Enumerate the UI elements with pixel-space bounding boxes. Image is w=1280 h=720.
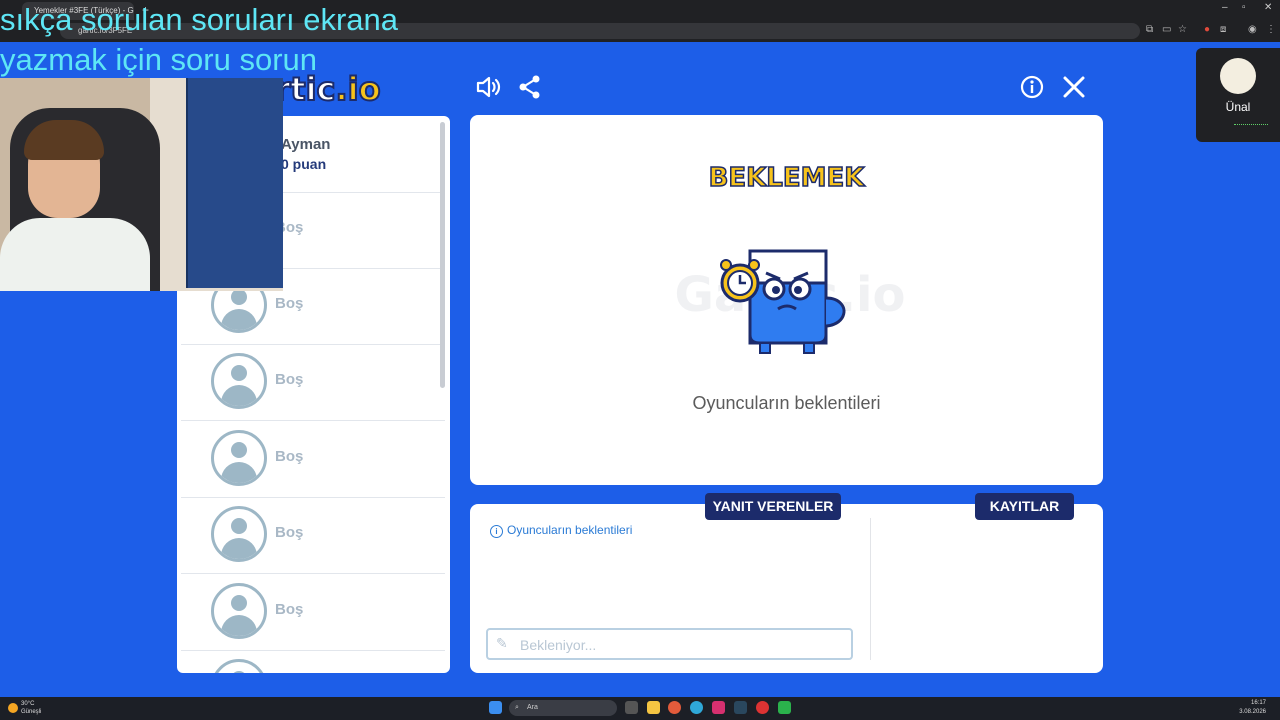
chrome-icon[interactable]	[668, 701, 681, 714]
puzzle-icon[interactable]: ⧈	[1220, 24, 1226, 35]
player-name: Boş	[275, 295, 304, 312]
participant-avatar	[1220, 58, 1256, 94]
tab-answers[interactable]: YANIT VERENLER	[705, 493, 841, 520]
window-close-icon[interactable]: ✕	[1264, 2, 1272, 13]
instagram-icon[interactable]	[712, 701, 725, 714]
search-icon: ⌕	[515, 704, 519, 711]
pencil-icon: ✎	[496, 635, 508, 651]
player-row: Boş	[181, 574, 445, 651]
speaking-indicator	[1234, 124, 1268, 125]
windows-start-icon[interactable]	[489, 701, 502, 714]
maximize-icon[interactable]: ▫	[1242, 2, 1246, 13]
panel-divider	[870, 518, 871, 660]
player-name: Boş	[275, 371, 304, 388]
game-status-panel: BEKLEMEK Gartic.io Oyuncuların beklentil…	[470, 115, 1103, 485]
bookmark-star-icon[interactable]: ☆	[1178, 24, 1187, 35]
player-row	[181, 650, 445, 673]
file-explorer-icon[interactable]	[647, 701, 660, 714]
player-name: Boş	[275, 524, 304, 541]
avatar-icon	[211, 430, 267, 486]
answer-field[interactable]: ✎	[486, 628, 853, 660]
whatsapp-icon[interactable]	[778, 701, 791, 714]
close-icon[interactable]	[1061, 74, 1087, 100]
avatar-icon	[211, 583, 267, 639]
player-name: Boş	[275, 448, 304, 465]
stream-overlay-line1: sıkça sorulan soruları ekrana	[0, 2, 399, 37]
player-row: Boş	[181, 344, 445, 421]
taskbar: 30°C Güneşli ⌕ Ara 16:17 3.08.2026	[0, 697, 1280, 720]
sound-icon[interactable]	[475, 74, 501, 100]
weather-widget[interactable]: 30°C Güneşli	[8, 700, 41, 716]
webcam-overlay	[0, 78, 283, 291]
player-points: 0 puan	[281, 156, 327, 172]
cast-icon[interactable]: ▭	[1162, 24, 1171, 35]
info-icon[interactable]	[1019, 74, 1045, 100]
player-name: Ayman	[281, 136, 331, 153]
avatar-icon	[211, 353, 267, 409]
player-row: Boş	[181, 497, 445, 574]
video-call-tile[interactable]: Ünal	[1196, 48, 1280, 142]
taskbar-search[interactable]: ⌕ Ara	[509, 700, 617, 716]
player-name: Boş	[275, 601, 304, 618]
status-title: BEKLEMEK	[708, 162, 865, 194]
avatar-icon	[211, 659, 267, 673]
task-view-icon[interactable]	[625, 701, 638, 714]
player-list-scrollbar[interactable]	[440, 122, 445, 388]
edge-icon[interactable]	[690, 701, 703, 714]
waiting-mascot-icon	[708, 243, 858, 363]
app-icon[interactable]	[756, 701, 769, 714]
steam-icon[interactable]	[734, 701, 747, 714]
answers-info: i Oyuncuların beklentileri	[490, 523, 632, 538]
stream-overlay-line2: yazmak için soru sorun	[0, 42, 318, 77]
menu-icon[interactable]: ⋮	[1266, 24, 1276, 35]
answer-input[interactable]	[518, 632, 842, 658]
minimize-icon[interactable]: –	[1222, 2, 1228, 13]
player-row: Boş	[181, 421, 445, 498]
sun-icon	[8, 703, 18, 713]
tab-logs[interactable]: KAYITLAR	[975, 493, 1074, 520]
participant-name: Ünal	[1225, 100, 1251, 114]
status-message: Oyuncuların beklentileri	[692, 393, 881, 413]
extension-icon[interactable]: ●	[1204, 24, 1210, 35]
avatar-icon	[211, 506, 267, 562]
taskbar-clock[interactable]: 16:17 3.08.2026	[1239, 699, 1266, 717]
info-small-icon: i	[490, 525, 503, 538]
answers-panel: i Oyuncuların beklentileri ✎	[470, 504, 1103, 673]
translate-icon[interactable]: ⧉	[1146, 24, 1153, 35]
share-icon[interactable]	[517, 74, 543, 100]
profile-icon[interactable]: ◉	[1248, 24, 1257, 35]
